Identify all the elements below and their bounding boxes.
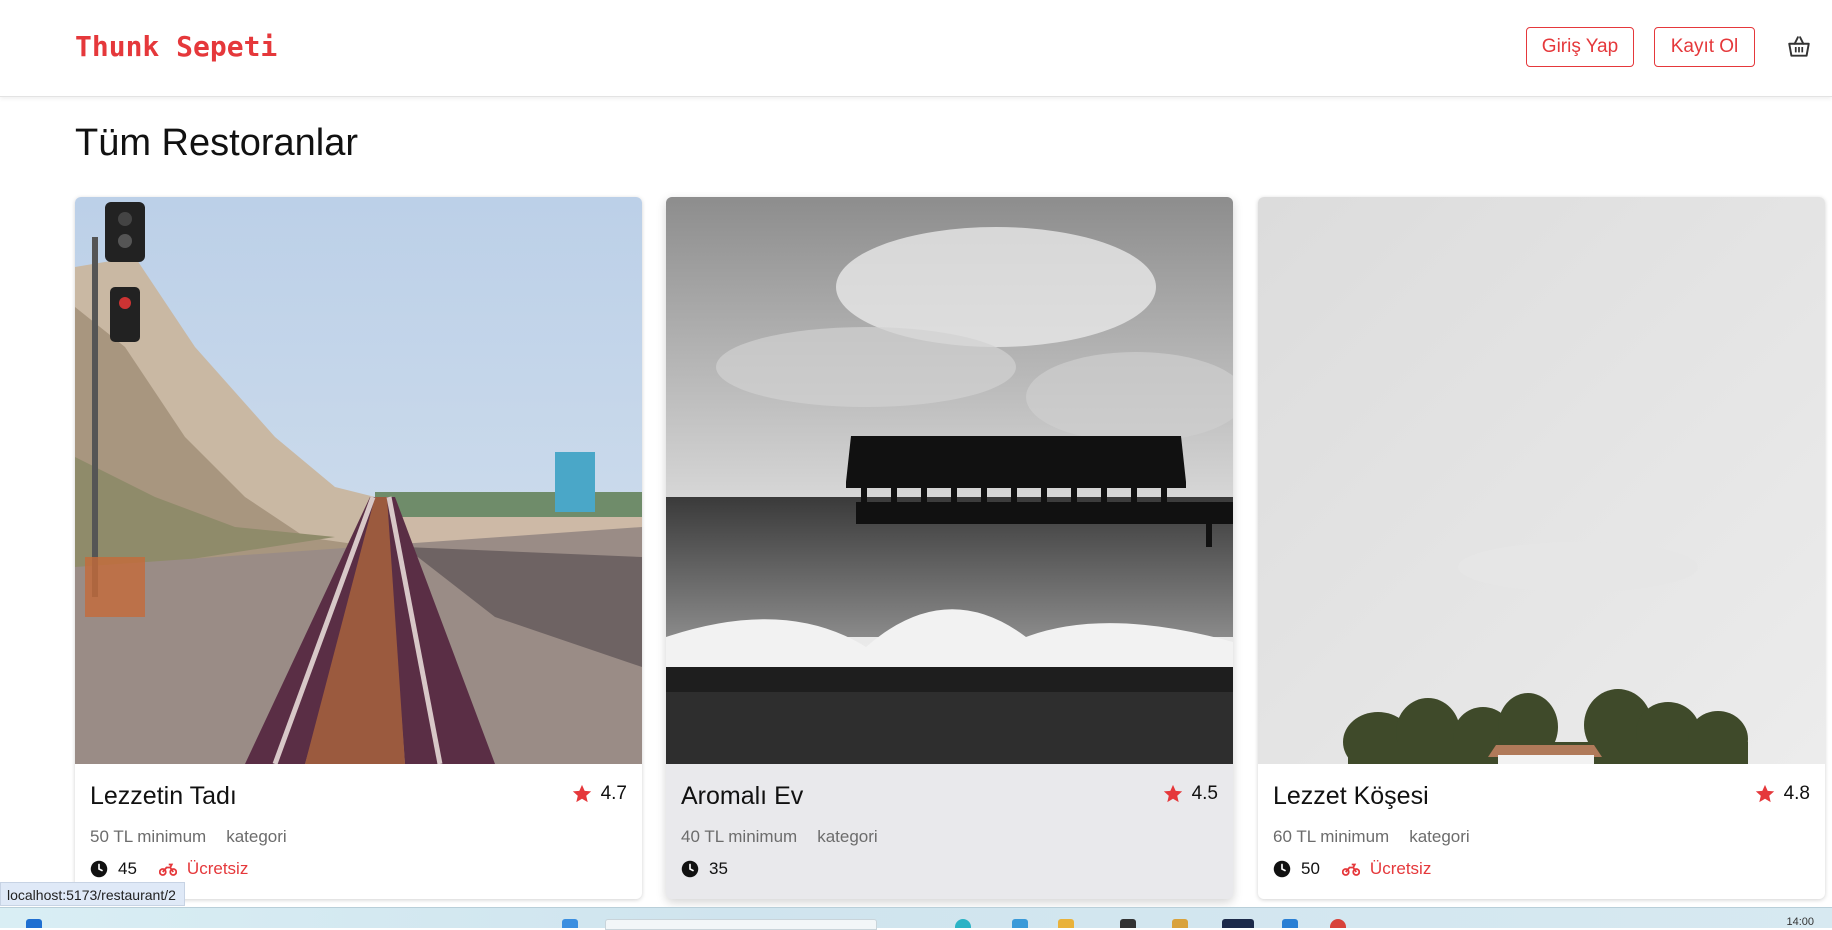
restaurant-meta: 40 TL minimum kategori [681, 827, 878, 847]
delivery-info: 35 [681, 859, 740, 879]
brand-logo[interactable]: Thunk Sepeti [75, 30, 277, 63]
star-icon [1755, 784, 1774, 803]
category: kategori [226, 827, 287, 846]
restaurant-image [75, 197, 642, 764]
rating: 4.8 [1754, 783, 1810, 805]
category: kategori [817, 827, 878, 846]
restaurant-meta: 60 TL minimum kategori [1273, 827, 1470, 847]
delivery-fee: Ücretsiz [1369, 859, 1432, 878]
rating: 4.7 [571, 783, 627, 805]
restaurant-meta: 50 TL minimum kategori [90, 827, 287, 847]
navbar: Thunk Sepeti Giriş Yap Kayıt Ol [0, 0, 1832, 97]
motorcycle-icon [158, 863, 177, 876]
page-title: Tüm Restoranlar [75, 122, 358, 164]
restaurant-image [1258, 197, 1825, 764]
delivery-info: 50 Ücretsiz [1273, 859, 1431, 879]
min-order: 40 TL minimum [681, 827, 798, 846]
restaurant-card[interactable]: Aromalı Ev 4.5 40 TL minimum kategori 35 [666, 197, 1233, 899]
delivery-fee: Ücretsiz [186, 859, 249, 878]
restaurant-card[interactable]: Lezzetin Tadı 4.7 50 TL minimum kategori… [75, 197, 642, 899]
restaurant-card[interactable]: Lezzet Köşesi 4.8 60 TL minimum kategori… [1258, 197, 1825, 899]
delivery-time: 45 [118, 859, 137, 878]
delivery-time: 50 [1301, 859, 1320, 878]
basket-icon[interactable] [1786, 34, 1812, 60]
search-bar-icon[interactable] [605, 919, 877, 930]
restaurant-name: Lezzetin Tadı [90, 782, 237, 810]
restaurant-name: Aromalı Ev [681, 782, 804, 810]
min-order: 60 TL minimum [1273, 827, 1390, 846]
taskbar: 14:00 [0, 907, 1832, 930]
delivery-info: 45 Ücretsiz [90, 859, 248, 879]
min-order: 50 TL minimum [90, 827, 207, 846]
clock-icon [681, 860, 699, 878]
rating-value: 4.8 [1783, 783, 1810, 804]
clock-time: 14:00 [1786, 916, 1814, 928]
status-bar-url: localhost:5173/restaurant/2 [0, 882, 185, 906]
star-icon [572, 784, 591, 803]
clock-icon [1273, 860, 1291, 878]
signup-button[interactable]: Kayıt Ol [1654, 27, 1755, 67]
login-button[interactable]: Giriş Yap [1526, 27, 1634, 67]
motorcycle-icon [1341, 863, 1360, 876]
restaurant-image [666, 197, 1233, 764]
delivery-time: 35 [709, 859, 728, 878]
category: kategori [1409, 827, 1470, 846]
clock-icon [90, 860, 108, 878]
rating-value: 4.7 [600, 783, 627, 804]
restaurant-name: Lezzet Köşesi [1273, 782, 1429, 810]
star-icon [1163, 784, 1182, 803]
rating: 4.5 [1162, 783, 1218, 805]
rating-value: 4.5 [1191, 783, 1218, 804]
